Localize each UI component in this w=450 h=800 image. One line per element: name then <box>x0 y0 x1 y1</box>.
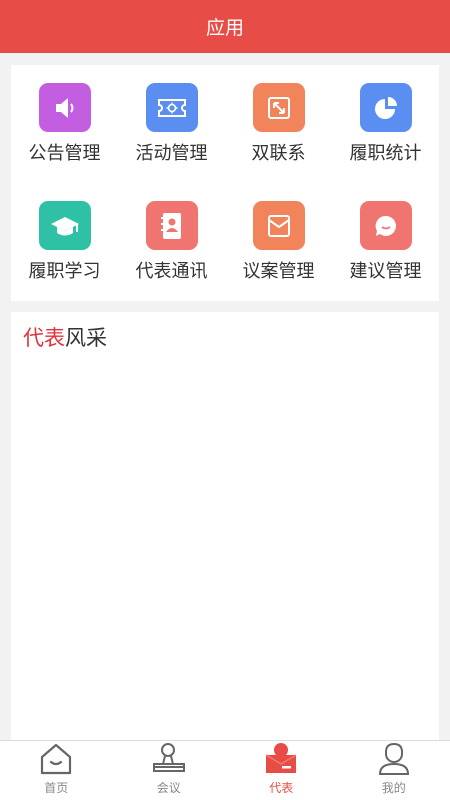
app-label: 代表通讯 <box>135 261 208 282</box>
tab-home[interactable]: 首页 <box>0 741 113 800</box>
section-title: 代表风采 <box>23 322 107 352</box>
ticket-icon <box>145 83 198 132</box>
app-motion-management[interactable]: 议案管理 <box>225 183 332 283</box>
app-suggestion-management[interactable]: 建议管理 <box>332 183 439 283</box>
app-header: 应用 <box>0 0 450 53</box>
app-label: 履职学习 <box>28 261 101 282</box>
speaker-icon <box>38 83 91 132</box>
tab-meeting[interactable]: 会议 <box>113 741 226 800</box>
profile-icon <box>378 742 409 775</box>
app-label: 议案管理 <box>242 261 315 282</box>
tab-label: 代表 <box>269 781 294 795</box>
envelope-icon <box>252 201 305 250</box>
meeting-icon <box>152 743 185 772</box>
contact-book-icon <box>145 201 198 250</box>
chat-bubble-icon <box>359 201 412 250</box>
bottom-tab-bar: 首页 会议 代表 我的 <box>0 740 450 800</box>
section-title-rest: 风采 <box>65 326 107 350</box>
app-representative-contacts[interactable]: 代表通讯 <box>118 183 225 283</box>
link-arrows-icon <box>252 83 305 132</box>
app-dual-contact[interactable]: 双联系 <box>225 65 332 165</box>
section-title-highlight: 代表 <box>23 326 65 350</box>
app-notice-management[interactable]: 公告管理 <box>11 65 118 165</box>
tab-label: 首页 <box>44 781 69 795</box>
app-activity-management[interactable]: 活动管理 <box>118 65 225 165</box>
app-duty-statistics[interactable]: 履职统计 <box>332 65 439 165</box>
app-label: 公告管理 <box>28 143 101 164</box>
apps-grid: 公告管理 活动管理 双联系 履职统计 履职学习 代表通讯 议案管理 建议管理 <box>11 65 439 301</box>
tab-label: 我的 <box>381 781 406 795</box>
app-label: 履职统计 <box>349 143 422 164</box>
app-label: 活动管理 <box>135 143 208 164</box>
representative-icon <box>265 743 297 773</box>
tab-profile[interactable]: 我的 <box>338 741 450 800</box>
page-title: 应用 <box>205 17 244 39</box>
app-label: 双联系 <box>251 143 306 164</box>
home-icon <box>41 743 72 775</box>
tab-label: 会议 <box>156 781 181 795</box>
tab-representative[interactable]: 代表 <box>225 741 338 800</box>
graduation-cap-icon <box>38 201 91 250</box>
app-label: 建议管理 <box>349 261 422 282</box>
app-duty-learning[interactable]: 履职学习 <box>11 183 118 283</box>
pie-chart-icon <box>359 83 412 132</box>
representative-showcase: 代表风采 <box>11 312 439 740</box>
